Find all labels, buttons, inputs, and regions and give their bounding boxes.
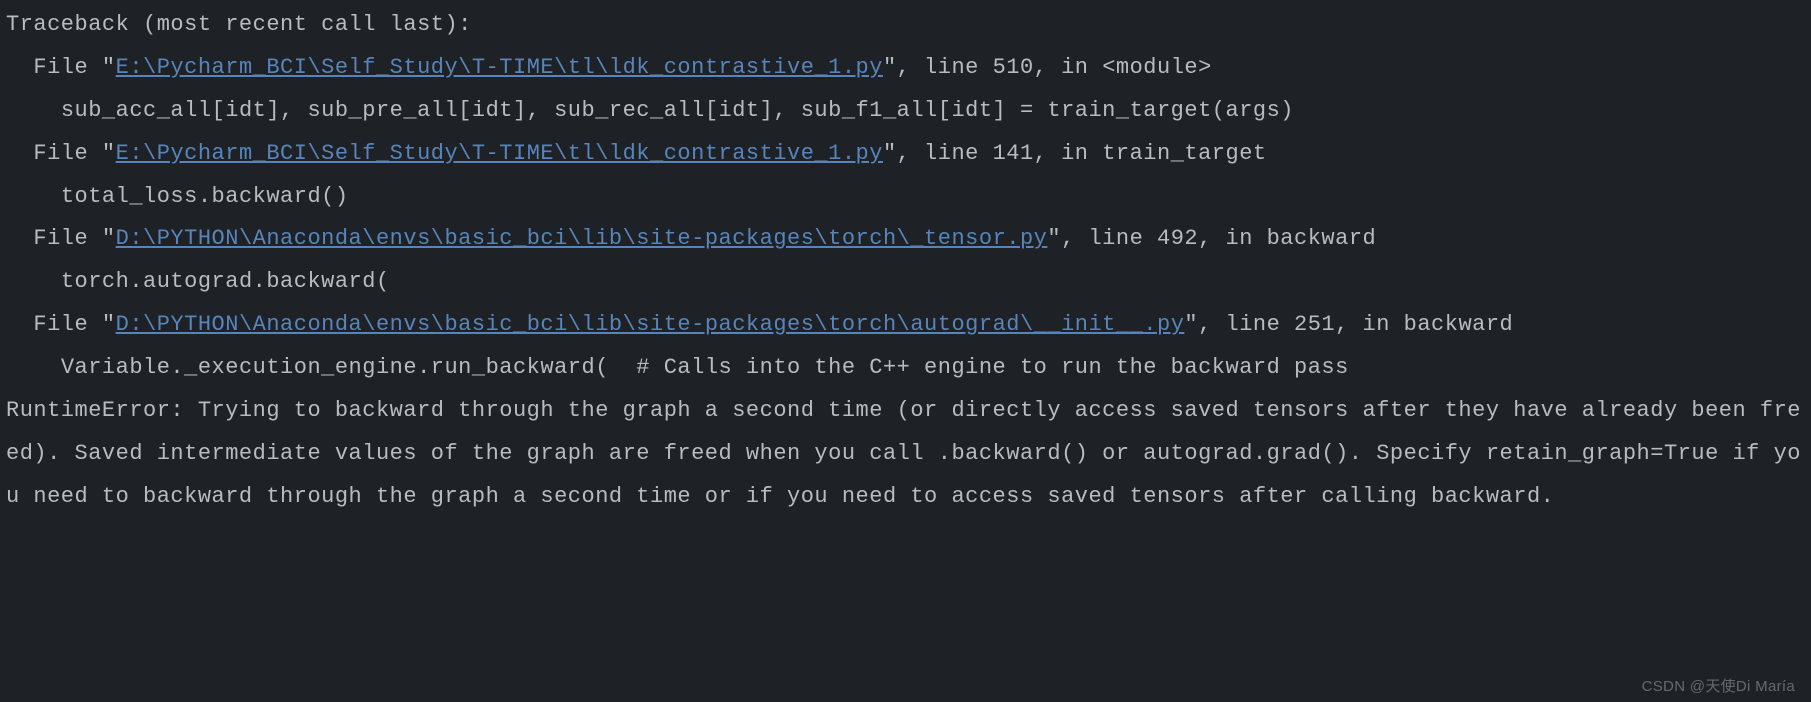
file-prefix: File " — [6, 312, 116, 337]
code-line: sub_acc_all[idt], sub_pre_all[idt], sub_… — [6, 90, 1805, 133]
file-prefix: File " — [6, 141, 116, 166]
file-suffix: ", line 510, in <module> — [883, 55, 1212, 80]
code-line: torch.autograd.backward( — [6, 261, 1805, 304]
traceback-header: Traceback (most recent call last): — [6, 4, 1805, 47]
file-suffix: ", line 492, in backward — [1047, 226, 1376, 251]
file-path-link[interactable]: E:\Pycharm_BCI\Self_Study\T-TIME\tl\ldk_… — [116, 141, 883, 166]
frame-line: File "E:\Pycharm_BCI\Self_Study\T-TIME\t… — [6, 133, 1805, 176]
file-prefix: File " — [6, 55, 116, 80]
error-message: RuntimeError: Trying to backward through… — [6, 390, 1805, 519]
watermark: CSDN @天使Di María — [1642, 672, 1795, 701]
file-path-link[interactable]: D:\PYTHON\Anaconda\envs\basic_bci\lib\si… — [116, 312, 1185, 337]
frame-line: File "E:\Pycharm_BCI\Self_Study\T-TIME\t… — [6, 47, 1805, 90]
file-prefix: File " — [6, 226, 116, 251]
code-line: total_loss.backward() — [6, 176, 1805, 219]
file-suffix: ", line 251, in backward — [1184, 312, 1513, 337]
file-path-link[interactable]: D:\PYTHON\Anaconda\envs\basic_bci\lib\si… — [116, 226, 1048, 251]
traceback-output: Traceback (most recent call last): File … — [6, 4, 1805, 519]
file-path-link[interactable]: E:\Pycharm_BCI\Self_Study\T-TIME\tl\ldk_… — [116, 55, 883, 80]
frame-line: File "D:\PYTHON\Anaconda\envs\basic_bci\… — [6, 304, 1805, 347]
code-line: Variable._execution_engine.run_backward(… — [6, 347, 1805, 390]
file-suffix: ", line 141, in train_target — [883, 141, 1267, 166]
frame-line: File "D:\PYTHON\Anaconda\envs\basic_bci\… — [6, 218, 1805, 261]
